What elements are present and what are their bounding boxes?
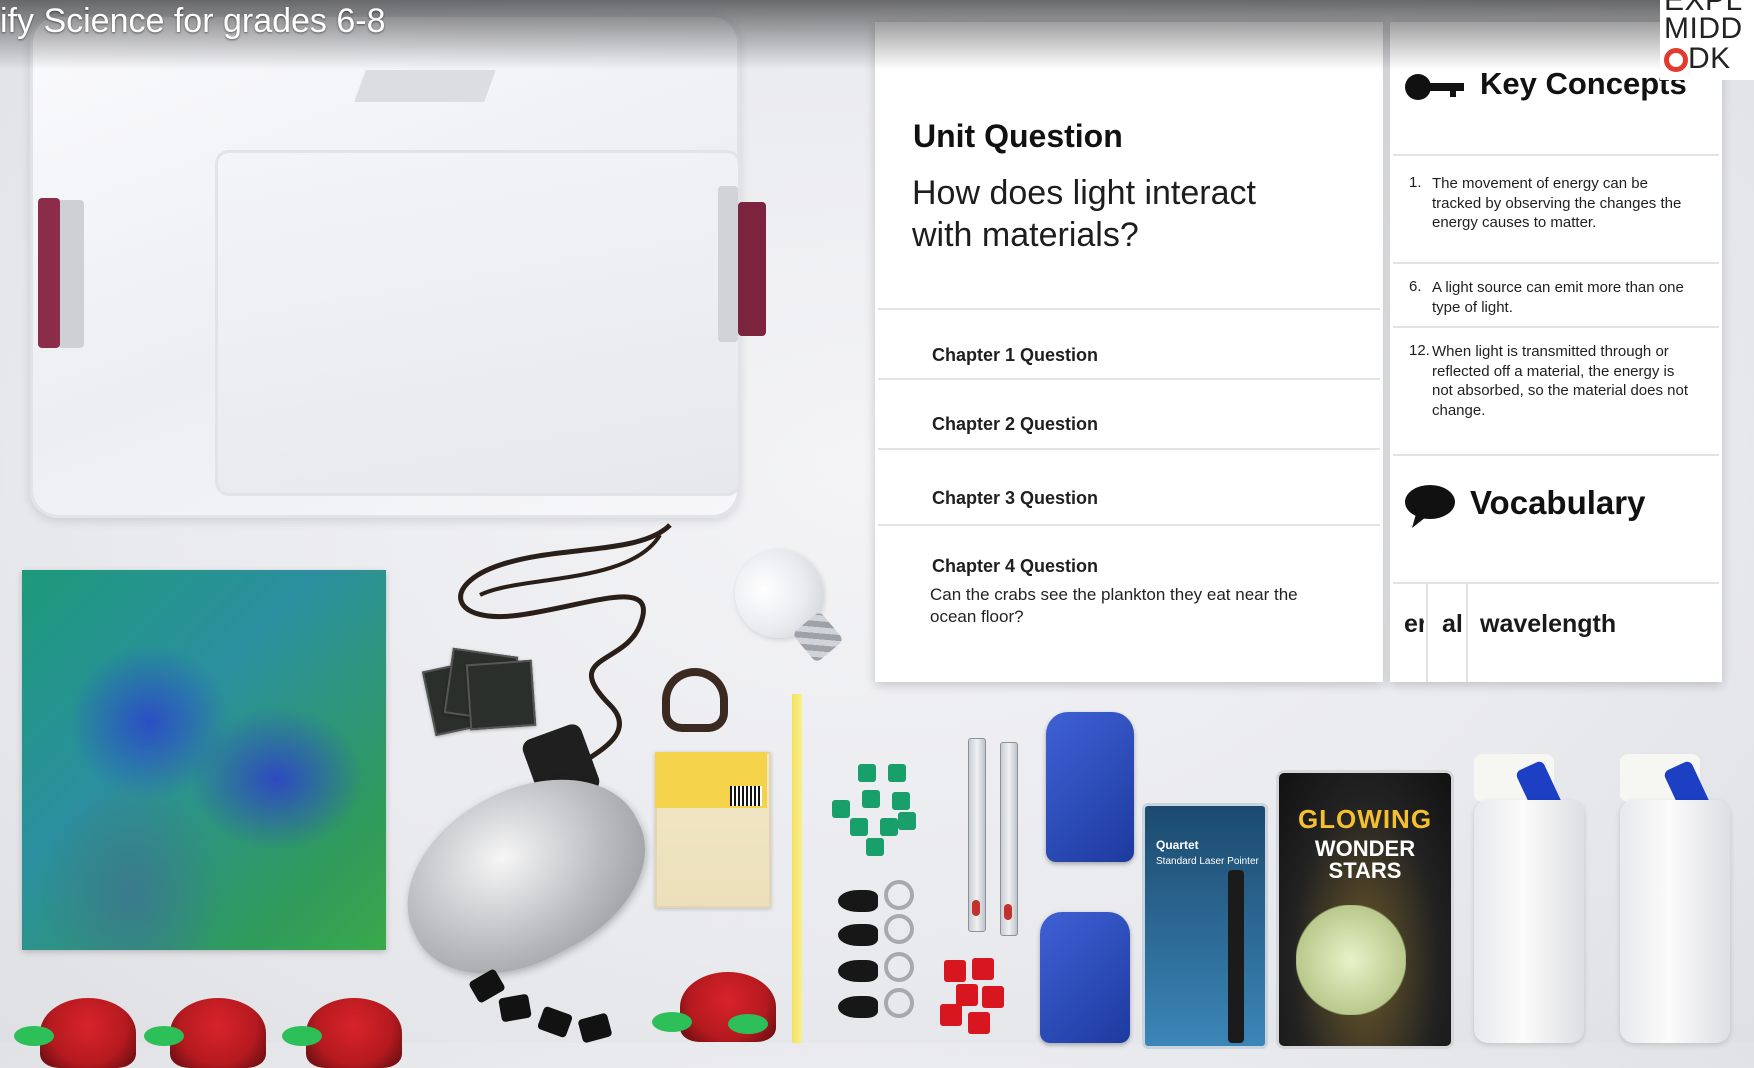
red-cube	[972, 958, 994, 980]
video-title[interactable]: ify Science for grades 6-8	[0, 2, 386, 41]
poster-divider	[878, 448, 1380, 450]
key-ring	[884, 880, 914, 910]
bin-latch-left	[38, 198, 60, 348]
key-concept-number: 1.	[1409, 174, 1422, 191]
green-cube	[858, 764, 876, 782]
bin-latch-left-base	[58, 200, 84, 348]
blue-flashlight	[1040, 912, 1130, 1043]
green-cube	[898, 812, 916, 830]
channel-logo[interactable]: EXPL MIDD DK	[1660, 0, 1754, 80]
green-cube	[862, 790, 880, 808]
green-cube	[832, 800, 850, 818]
key-ring	[884, 914, 914, 944]
clamp-lamp-shade	[374, 741, 676, 1009]
chapter-2-question-label: Chapter 2 Question	[932, 414, 1099, 434]
binder-clip	[536, 1005, 574, 1039]
barcode	[730, 786, 762, 806]
red-cube	[956, 984, 978, 1006]
toy-car	[680, 972, 776, 1042]
key-light	[838, 960, 878, 982]
vocabulary-word: er	[1404, 610, 1424, 638]
speech-bubble-icon	[1405, 485, 1455, 528]
toy-car-wheel	[144, 1026, 184, 1046]
toy-car	[170, 998, 266, 1068]
red-cube	[940, 1004, 962, 1026]
bin-latch-right	[738, 202, 766, 336]
unit-question-label: Unit Question	[913, 118, 1123, 154]
channel-logo-line: DK	[1688, 42, 1731, 75]
key-concepts-title: Key Concepts	[1480, 66, 1687, 101]
binder-clip	[498, 993, 532, 1023]
laser-brand: Quartet	[1156, 838, 1199, 852]
key-concept-number: 12.	[1409, 342, 1430, 359]
bin-lid-panel	[215, 150, 741, 496]
laser-label: Standard Laser Pointer	[1156, 856, 1259, 867]
key-concept-number: 6.	[1409, 278, 1422, 295]
spray-bottle	[1620, 800, 1730, 1043]
glow-stars	[1296, 905, 1406, 1015]
key-ring	[884, 988, 914, 1018]
toy-car-wheel	[282, 1026, 322, 1046]
key-light	[838, 996, 878, 1018]
green-cube	[888, 764, 906, 782]
green-cube	[892, 792, 910, 810]
vocabulary-divider	[1393, 582, 1719, 584]
toy-car-wheel	[728, 1014, 768, 1034]
chapter-3-question-label: Chapter 3 Question	[932, 488, 1099, 508]
toy-car-wheel	[14, 1026, 54, 1046]
toy-car	[40, 998, 136, 1068]
green-cube	[880, 818, 898, 836]
red-cube	[968, 1012, 990, 1034]
chapter-4-question-text: Can the crabs see the plankton they eat …	[930, 585, 1298, 626]
red-cube	[944, 960, 966, 982]
key-concepts-divider	[1393, 454, 1719, 456]
key-concept-text: When light is transmitted through or ref…	[1432, 343, 1688, 419]
thermometer-bulb	[972, 900, 980, 916]
color-filter	[465, 659, 537, 731]
poster-divider	[878, 378, 1380, 380]
binder-clip	[577, 1012, 613, 1044]
chapter-4-question-label: Chapter 4 Question	[932, 556, 1099, 576]
spray-bottle	[1474, 800, 1584, 1043]
poster-divider	[878, 308, 1380, 310]
key-concepts-divider	[1393, 326, 1719, 328]
vocabulary-column-divider	[1466, 584, 1468, 682]
stars-package-title: GLOWING	[1297, 804, 1433, 834]
key-light	[838, 890, 878, 912]
key-icon	[1405, 74, 1464, 100]
stars-package-subtitle: WONDER STARS	[1314, 836, 1416, 883]
lamp-cord	[458, 523, 672, 767]
laser-pointer	[1228, 870, 1244, 1043]
unit-question-text: How does light interact with materials?	[912, 174, 1256, 254]
vocabulary-word: al	[1442, 610, 1463, 638]
vocabulary-title: Vocabulary	[1470, 484, 1646, 521]
bin-latch-right-base	[718, 186, 738, 342]
red-cube	[982, 986, 1004, 1008]
key-concepts-divider	[1393, 262, 1719, 264]
key-light	[838, 924, 878, 946]
poster-divider	[878, 524, 1380, 526]
green-cube	[850, 818, 868, 836]
vocabulary-word: wavelength	[1480, 610, 1617, 638]
key-concepts-divider	[1393, 154, 1719, 156]
thermometer-bulb	[1004, 904, 1012, 920]
lamp-clamp-loop	[662, 668, 728, 732]
bin-label-tab	[354, 70, 496, 102]
key-ring	[884, 952, 914, 982]
key-concept-text: The movement of energy can be tracked by…	[1432, 175, 1682, 231]
heat-sensitive-sheet	[22, 570, 386, 950]
vocabulary-column-divider	[1426, 584, 1428, 682]
yellow-straw	[792, 694, 802, 1043]
blue-flashlight	[1046, 712, 1134, 862]
green-cube	[866, 838, 884, 856]
channel-logo-ring-icon	[1664, 48, 1688, 72]
toy-car-wheel	[652, 1012, 692, 1032]
channel-logo-line: MIDD	[1664, 12, 1743, 45]
key-concept-text: A light source can emit more than one ty…	[1432, 279, 1684, 316]
chapter-1-question-label: Chapter 1 Question	[932, 345, 1099, 365]
